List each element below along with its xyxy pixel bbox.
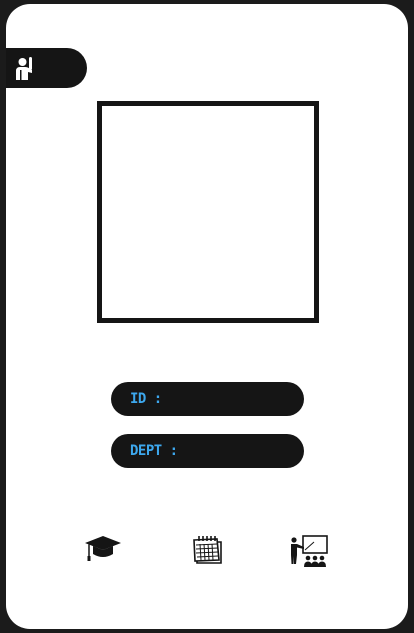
graduation-cap-icon	[85, 536, 121, 561]
dept-label: DEPT :	[130, 443, 178, 459]
teacher-presentation-icon	[291, 535, 328, 567]
id-field: ID :	[111, 382, 304, 416]
student-raising-hand-icon	[16, 57, 32, 80]
id-card: ID : DEPT :	[6, 4, 408, 629]
photo-placeholder	[97, 101, 319, 323]
id-label: ID :	[130, 391, 162, 407]
badge-tab	[6, 48, 87, 88]
dept-field: DEPT :	[111, 434, 304, 468]
calendar-icon	[193, 536, 222, 564]
